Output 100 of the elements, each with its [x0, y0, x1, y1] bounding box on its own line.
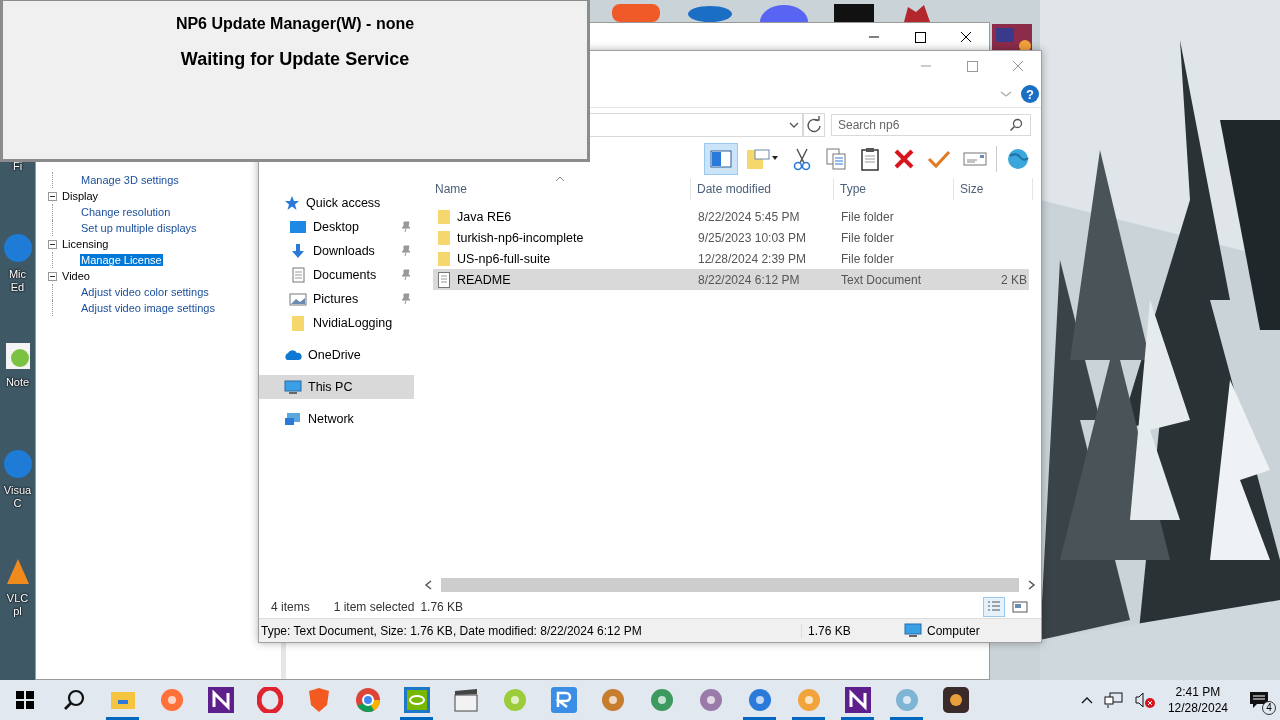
selection-size: 1.76 KB	[420, 600, 464, 614]
tree-item[interactable]: Manage License	[80, 254, 163, 266]
details-view-icon[interactable]	[983, 597, 1005, 617]
nav-item[interactable]: Quick access	[259, 191, 419, 215]
desktop-icon-label[interactable]: C	[13, 497, 22, 510]
app-tile-icon	[207, 687, 234, 713]
file-name: turkish-np6-incomplete	[457, 230, 584, 245]
desktop-icon	[289, 219, 307, 235]
pin-icon[interactable]	[401, 245, 411, 257]
tree-item[interactable]: Adjust video color settings	[80, 286, 210, 298]
collapse-icon[interactable]	[48, 191, 57, 201]
computer-icon	[904, 622, 922, 639]
nav-item[interactable]: This PC	[259, 375, 414, 399]
file-row[interactable]: turkish-np6-incomplete 9/25/2023 10:03 PM File folder	[433, 227, 1029, 248]
pane-icon	[709, 148, 733, 170]
nav-item[interactable]: Downloads	[259, 239, 419, 263]
desktop-icon-label[interactable]: VLC	[6, 592, 29, 605]
network-icon[interactable]	[1103, 691, 1124, 709]
windows-logo-icon	[14, 690, 35, 710]
picture-icon	[289, 291, 307, 307]
clock[interactable]: 2:41 PM 12/28/2024	[1167, 684, 1228, 716]
nav-item[interactable]: OneDrive	[259, 343, 419, 367]
collapse-icon[interactable]	[48, 271, 57, 281]
column-header[interactable]: Size	[954, 178, 1033, 200]
date-cell-text: 12/28/2024 2:39 PM	[697, 251, 808, 266]
chevron-up-icon[interactable]	[1079, 695, 1094, 705]
file-row[interactable]: README 8/22/2024 6:12 PM Text Document 2 KB	[433, 269, 1029, 290]
sort-caret-icon	[555, 176, 565, 182]
tree-item[interactable]: Change resolution	[80, 206, 172, 218]
app-icon	[697, 687, 724, 713]
file-row[interactable]: US-np6-full-suite 12/28/2024 2:39 PM File folder	[433, 248, 1029, 269]
column-header[interactable]: Type	[834, 178, 954, 200]
type-cell-text: File folder	[840, 251, 895, 266]
desktop-icon-label[interactable]: Visua	[3, 484, 32, 497]
nav-item[interactable]: Pictures	[259, 287, 419, 311]
desktop-icon-label[interactable]: Mic	[8, 268, 27, 281]
tree-group[interactable]: Video	[62, 270, 90, 282]
desktop-icon-label[interactable]: pl	[13, 605, 22, 618]
paste-icon	[859, 147, 881, 171]
file-name: README	[457, 272, 511, 287]
help-button[interactable]: ?	[1021, 85, 1039, 103]
folder-icon	[437, 229, 451, 246]
column-header[interactable]: Name	[419, 178, 691, 200]
pin-icon[interactable]	[401, 293, 411, 305]
file-row[interactable]: Java RE6 8/22/2024 5:45 PM File folder	[433, 206, 1029, 227]
tree-item[interactable]: Manage 3D settings	[80, 174, 180, 186]
chevron-down-icon[interactable]	[788, 120, 800, 130]
collapse-icon[interactable]	[48, 239, 57, 249]
tree-item[interactable]: Adjust video image settings	[80, 302, 216, 314]
app-icon[interactable]	[992, 24, 1032, 52]
computer-icon	[284, 379, 302, 395]
file-name: US-np6-full-suite	[457, 251, 551, 266]
type-cell-text: Text Document	[840, 272, 923, 287]
app-icon	[599, 687, 626, 713]
dialog-message: Waiting for Update Service	[180, 49, 410, 70]
notification-count: 4	[1262, 701, 1276, 715]
dialog-title: NP6 Update Manager(W) - none	[175, 15, 415, 33]
tree-group[interactable]: Licensing	[62, 238, 109, 250]
tree-item[interactable]: Set up multiple displays	[80, 222, 198, 234]
desktop-icon-label[interactable]: Ed	[10, 281, 25, 294]
app-icon	[158, 687, 185, 713]
tree-group[interactable]: Display	[62, 190, 99, 202]
app-icon	[746, 687, 773, 713]
selection-info: 1 item selected	[333, 600, 415, 614]
column-header[interactable]: Date modified	[691, 178, 834, 200]
date-cell-text: 8/22/2024 6:12 PM	[697, 272, 801, 287]
star-icon	[284, 195, 300, 211]
desktop-icon-label[interactable]: Note	[5, 376, 30, 389]
app-tile-icon	[844, 687, 871, 713]
folder-icon	[437, 208, 451, 225]
large-icons-view-icon[interactable]	[1011, 598, 1029, 616]
refresh-icon[interactable]	[803, 113, 825, 137]
app-tile-icon	[550, 687, 577, 713]
folder-icon	[289, 315, 307, 331]
properties-icon	[745, 148, 779, 170]
nav-item[interactable]: NvidiaLogging	[259, 311, 419, 335]
item-count: 4 items	[271, 600, 310, 614]
cut-icon	[791, 147, 813, 171]
app-icon	[648, 687, 675, 713]
shield-icon	[306, 687, 331, 713]
pin-icon[interactable]	[401, 269, 411, 281]
nav-item[interactable]: Network	[259, 407, 419, 431]
folder-icon	[109, 689, 136, 711]
envelope-icon	[963, 149, 987, 169]
nav-item[interactable]: Desktop	[259, 215, 419, 239]
copy-icon	[825, 147, 847, 171]
clapperboard-icon	[452, 687, 479, 713]
size-cell-text: 2 KB	[1000, 272, 1028, 287]
date-cell-text: 8/22/2024 5:45 PM	[697, 209, 801, 224]
type-cell-text: File folder	[840, 230, 895, 245]
search-field[interactable]: Search np6	[831, 114, 1031, 136]
app-icon	[795, 687, 822, 713]
desktop-icon-label[interactable]: Fi	[12, 160, 23, 173]
pin-icon[interactable]	[401, 221, 411, 233]
date-cell-text: 9/25/2023 10:03 PM	[697, 230, 808, 245]
layout-button[interactable]	[704, 143, 738, 175]
nav-item[interactable]: Documents	[259, 263, 419, 287]
cloud-icon	[284, 347, 302, 363]
details-text: Type: Text Document, Size: 1.76 KB, Date modified: 8/22/2024 6:12 PM	[261, 623, 643, 638]
speaker-muted-icon[interactable]	[1133, 691, 1156, 709]
